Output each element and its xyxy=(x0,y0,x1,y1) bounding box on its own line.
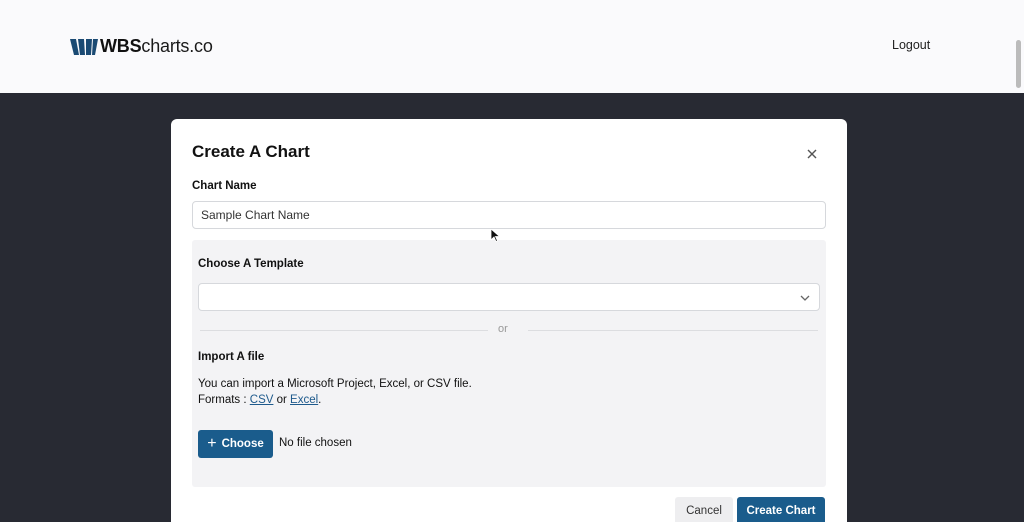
template-label: Choose A Template xyxy=(198,258,304,270)
cancel-button[interactable]: Cancel xyxy=(675,497,733,522)
plus-icon: + xyxy=(207,435,217,452)
chart-name-input[interactable] xyxy=(192,201,826,229)
formats-or: or xyxy=(273,394,291,406)
close-icon[interactable] xyxy=(804,146,820,162)
top-navbar: WBScharts.co Logout xyxy=(0,0,1024,93)
divider-right xyxy=(528,330,818,331)
formats-line: Formats : CSV or Excel. xyxy=(198,394,321,406)
import-description: You can import a Microsoft Project, Exce… xyxy=(198,378,472,390)
chart-name-label: Chart Name xyxy=(192,180,257,192)
formats-suffix: . xyxy=(318,394,322,406)
scroll-thumb[interactable] xyxy=(1016,40,1021,88)
choose-label: Choose xyxy=(221,438,264,450)
brand-name: WBScharts.co xyxy=(100,36,213,56)
create-chart-modal: Create A Chart Chart Name Choose A Templ… xyxy=(171,119,847,522)
csv-link[interactable]: CSV xyxy=(250,394,274,406)
template-select[interactable] xyxy=(198,283,820,311)
template-import-panel: Choose A Template or Import A file You c… xyxy=(192,240,826,487)
page-scrollbar[interactable] xyxy=(1014,0,1022,93)
excel-link[interactable]: Excel xyxy=(290,394,318,406)
wbs-logo-icon xyxy=(70,38,98,55)
mouse-cursor-icon xyxy=(491,229,500,242)
divider-or-text: or xyxy=(498,323,508,335)
chevron-down-icon xyxy=(800,295,810,301)
import-file-label: Import A file xyxy=(198,351,265,363)
divider-left xyxy=(200,330,488,331)
create-chart-button[interactable]: Create Chart xyxy=(737,497,825,522)
choose-file-button[interactable]: + Choose xyxy=(198,430,273,458)
modal-title: Create A Chart xyxy=(192,142,310,161)
brand-logo[interactable]: WBScharts.co xyxy=(70,36,213,57)
logout-link[interactable]: Logout xyxy=(892,38,930,52)
formats-prefix: Formats : xyxy=(198,394,250,406)
no-file-status: No file chosen xyxy=(279,437,352,449)
